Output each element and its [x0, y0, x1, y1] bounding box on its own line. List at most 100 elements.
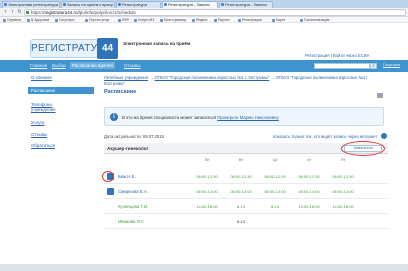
schedule-slot[interactable]: 8-13	[226, 204, 256, 209]
doctor-row: Иванова О.Г. 8-13	[104, 215, 388, 229]
schedule-slot[interactable]: 08:00-13:00	[328, 189, 358, 194]
info-message: В это же время специалиста может записат…	[122, 115, 217, 120]
schedule-slot[interactable]: 8-13	[260, 204, 290, 209]
day-column-head: Ср	[260, 158, 290, 162]
schedule-slot[interactable]: 08:00-12:30	[294, 174, 324, 179]
doctor-name-link[interactable]: Смирнова Е.А.	[118, 189, 148, 194]
bookmark-item[interactable]: В Здоровье	[27, 18, 49, 22]
browser-tab-bar: Электронная регистратура Запись на прием…	[0, 0, 408, 8]
day-label: Ср	[272, 158, 278, 162]
search-input[interactable]	[314, 63, 370, 69]
url-path: /lpu/info/polyclinic/1/schedule	[77, 10, 136, 15]
browser-tab[interactable]: Регистратура - Записи	[219, 1, 273, 8]
schedule-slot[interactable]: 14:00-18:00	[294, 204, 324, 209]
sidebar-item-reviews[interactable]: Отзывы	[31, 132, 47, 137]
nav-item-home[interactable]: Главная	[30, 63, 47, 68]
schedule-slot[interactable]: 14:00-18:00	[192, 204, 222, 209]
site-logo-number: 44	[97, 38, 118, 59]
actuality-date: Дата актуальности: 09.07.2019	[104, 134, 164, 139]
nav-item-schedule[interactable]: Расписание врачей	[70, 62, 115, 69]
url-prefix: https://	[31, 10, 45, 15]
site-tagline: Электронная запись на приём	[123, 41, 191, 46]
info-notice: i В это же время специалиста может запис…	[104, 107, 384, 126]
annotation-circle	[102, 171, 114, 182]
browser-tab[interactable]: Регистратура	[116, 1, 161, 8]
bookmark-item[interactable]: Портал услуг	[85, 18, 110, 22]
breadcrumb: Лечебные учреждения → ОГБУЗ "Городская п…	[104, 75, 369, 86]
schedule-slot[interactable]: 08:00-13:00	[294, 189, 324, 194]
info-text: В это же время специалиста может записат…	[122, 115, 279, 120]
site-logo[interactable]: РЕГИСТРАТУРА	[30, 39, 110, 58]
favicon-icon	[63, 3, 66, 6]
bookmark-item[interactable]: Моя страница	[160, 18, 186, 22]
back-icon[interactable]: ‹	[2, 9, 9, 16]
day-column-head: Пн	[192, 158, 222, 162]
tab-label: Регистратура - Записи	[225, 2, 267, 7]
tab-label: Электронная регистратура	[8, 2, 58, 7]
schedule-slot[interactable]: 08:00-12:30	[260, 174, 290, 179]
show-online-only-link[interactable]: показать только тех, кто ведёт запись че…	[273, 134, 377, 139]
nav-item-choice[interactable]: Выбор	[52, 63, 66, 68]
doctor-name-link[interactable]: Кузнецова Т.И.	[118, 204, 148, 209]
sidebar-item-schedule[interactable]: Расписание	[28, 87, 94, 94]
favicon-icon	[4, 3, 7, 6]
info-link[interactable]: Проверьте Марию Николаевну	[217, 115, 278, 120]
doctor-row: Смирнова Е.А. 08:00-13:00 08:00-13:00 08…	[104, 185, 388, 199]
day-column-head: Вт	[226, 158, 256, 162]
tab-label: Регистратура - Запись	[168, 2, 210, 7]
web-page: РЕГИСТРАТУРА 44 Электронная запись на пр…	[0, 23, 408, 271]
sidebar-item-phones[interactable]: Телефоны учреждения	[31, 102, 71, 112]
page-title: Расписание	[104, 89, 137, 95]
sidebar-item-contact[interactable]: Обратиться	[31, 143, 55, 148]
schedule-slot[interactable]: 08:00-12:30	[226, 174, 256, 179]
specialty-name: Акушер-гинеколог	[107, 146, 149, 151]
auth-links[interactable]: Регистрация | Войти через ЕСИА	[305, 53, 370, 58]
schedule-slot[interactable]: 08:00-12:30	[192, 174, 222, 179]
forward-icon[interactable]: ›	[9, 9, 16, 16]
sidebar-item-about[interactable]: О клинике	[31, 75, 52, 80]
schedule-slot[interactable]: 08:00-13:00	[260, 189, 290, 194]
url-field[interactable]: https://registratura44.ru/lpu/info/polyc…	[24, 9, 406, 16]
bookmark-item[interactable]: Услуги МЗ	[134, 18, 154, 22]
sidebar-item-services[interactable]: Услуги	[31, 120, 45, 125]
bookmark-item[interactable]: Портал	[214, 18, 230, 22]
schedule-slot[interactable]: 08:00-13:00	[192, 189, 222, 194]
schedule-slot[interactable]: 14:00-18:00	[328, 204, 358, 209]
day-column-head: Пт	[328, 158, 358, 162]
bookmark-item[interactable]: Сервисы	[3, 18, 21, 22]
esia-link[interactable]: Госуслуги	[383, 63, 400, 67]
tab-label: Запись на прием к врачу	[67, 2, 113, 7]
day-label: Чт	[306, 158, 312, 162]
breadcrumb-mid[interactable]: ОГБУЗ "Городская поликлиника взрослых №1…	[155, 75, 270, 80]
bookmark-item[interactable]: Яндекс	[192, 18, 207, 22]
browser-tab[interactable]: Запись на прием к врачу	[61, 1, 115, 8]
print-icon[interactable]	[377, 93, 383, 98]
annotation-circle	[341, 141, 385, 156]
breadcrumb-lpu[interactable]: Лечебные учреждения	[104, 75, 148, 80]
doctor-name-link[interactable]: Иванова О.Г.	[118, 219, 144, 224]
schedule-slot: 8-13	[236, 219, 245, 224]
day-label: Пт	[340, 158, 346, 162]
doctor-icon	[107, 188, 114, 195]
day-label: Пн	[204, 158, 210, 162]
bookmark-item[interactable]: ЕФР	[118, 18, 129, 22]
address-bar-row: ‹ › ↻ https://registratura44.ru/lpu/info…	[0, 8, 408, 17]
browser-tab-active[interactable]: Регистратура - Запись	[162, 1, 218, 8]
toggle-icon[interactable]	[381, 133, 387, 139]
schedule-slot[interactable]: 08:00-12:30	[328, 174, 358, 179]
favicon-icon	[118, 3, 121, 6]
reload-icon[interactable]: ↻	[16, 9, 23, 16]
search-icon[interactable]: ⌕	[370, 63, 377, 69]
browser-tab[interactable]: Электронная регистратура	[2, 1, 60, 8]
lock-icon	[26, 11, 29, 14]
bookmark-item[interactable]: Регистрация	[238, 18, 262, 22]
day-label: Вт	[238, 158, 244, 162]
bookmark-item[interactable]: Госпитализация	[300, 18, 329, 22]
bookmark-item[interactable]: Карта	[272, 18, 285, 22]
info-icon: i	[110, 113, 118, 121]
bookmark-item[interactable]: Госуслуги	[55, 18, 74, 22]
nav-item-reviews[interactable]: Отзывы	[124, 63, 140, 68]
specialty-header: Акушер-гинеколог Записаться	[104, 141, 388, 156]
schedule-slot[interactable]: 08:00-13:00	[226, 189, 256, 194]
doctor-name-link[interactable]: Ким Н.Е.	[118, 174, 136, 179]
